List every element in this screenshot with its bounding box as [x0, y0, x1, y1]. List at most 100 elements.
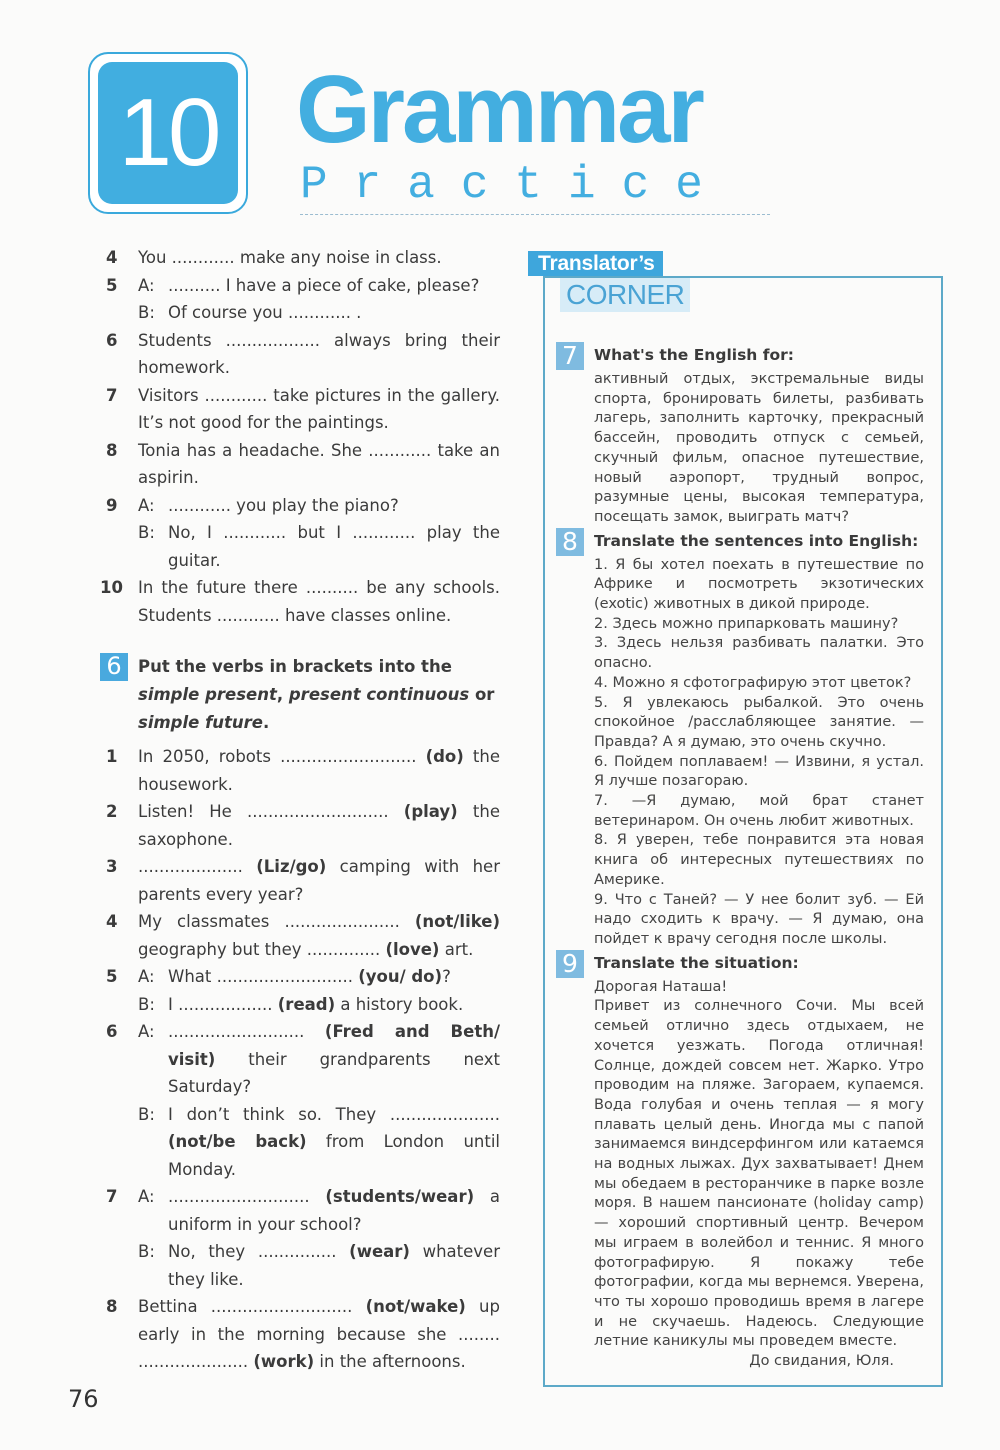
item-text: Visitors ............ take pictures in t… — [138, 385, 500, 433]
unit-number-badge-fill: 10 — [98, 62, 238, 204]
item-text: In the future there .......... be any sc… — [138, 578, 500, 625]
item-number: 8 — [106, 1297, 118, 1316]
exercise-item: 4 You ............ make any noise in clas… — [100, 244, 500, 272]
item-number: 1 — [106, 747, 118, 766]
item-text: Of course you ............ . — [168, 303, 362, 322]
item-text: Bettina ........................... — [138, 1297, 366, 1316]
exercise-item: 6 Students .................. always brin… — [100, 327, 500, 382]
item-text: a history book. — [335, 994, 464, 1014]
item-body: A: .......... I have a piece of cake, ple… — [138, 272, 500, 327]
item-line: A: ........................... (students/… — [138, 1183, 500, 1238]
speaker-label: B: — [138, 1242, 155, 1261]
verb-hint: (Liz/go) — [256, 857, 327, 876]
exercise-8-sentences: 1. Я бы хотел поехать в путешествие по А… — [556, 556, 924, 950]
item-text: I .................. (read) a history bo… — [168, 991, 500, 1019]
item-body: Visitors ............ take pictures in t… — [138, 382, 500, 437]
sentence-item: 8. Я уверен, тебе понравится эта новая к… — [594, 832, 924, 888]
exercise-9-title: Translate the situation: — [594, 953, 799, 972]
item-line: B: I don’t think so. They ...............… — [138, 1101, 500, 1184]
item-text: No, they ............... — [168, 1242, 350, 1261]
item-number: 6 — [106, 1022, 118, 1041]
instruction-text: or — [469, 685, 495, 704]
item-text: You ............ make any noise in class… — [138, 248, 442, 267]
left-column: 4 You ............ make any noise in clas… — [100, 244, 500, 1376]
item-body: A: ............ you play the piano? B: No, … — [138, 492, 500, 575]
item-text: I .................. — [168, 994, 278, 1014]
item-body: Bettina ........................... (not… — [138, 1293, 500, 1376]
sentence-item: 4. Можно я сфотографирую этот цветок? — [594, 674, 912, 691]
exercise-item: 1 In 2050, robots .......................… — [100, 743, 500, 798]
exercise-item: 5 A: .......... I have a piece of cake, pl… — [100, 272, 500, 327]
item-text: ........................... (students/we… — [168, 1183, 500, 1238]
item-line: B: No, they ............... (wear) whatev… — [138, 1238, 500, 1293]
item-text: .......... I have a piece of cake, pleas… — [168, 275, 480, 295]
item-number: 4 — [106, 248, 118, 267]
exercise-item: 6 A: .......................... (Fred and … — [100, 1018, 500, 1183]
instruction-tense-3: simple future — [138, 713, 263, 732]
translators-corner-title: Translator’s — [528, 251, 663, 276]
exercise-item: 2 Listen! He ........................... … — [100, 798, 500, 853]
item-text: .......................... (Fred and Bet… — [168, 1018, 500, 1101]
verb-hint: (you/ do) — [358, 967, 443, 986]
item-text: ............ you play the piano? — [168, 495, 399, 515]
verb-hint: (not/like) — [414, 912, 500, 931]
item-body: A: What .......................... (you/ … — [138, 963, 500, 1018]
item-line: In the future there .......... be any sc… — [138, 574, 500, 629]
translators-corner-subtitle: CORNER — [560, 278, 691, 312]
sentence-item: 5. Я увлекаюсь рыбалкой. Это очень споко… — [594, 694, 924, 750]
speaker-label: B: — [138, 523, 155, 542]
item-text: ........................... — [168, 1187, 326, 1206]
exercise-item: 8 Tonia has a headache. She ............ … — [100, 437, 500, 492]
exercise-item: 9 A: ............ you play the piano? B: No,… — [100, 492, 500, 575]
verb-hint: (read) — [277, 994, 336, 1014]
item-body: Tonia has a headache. She ............ t… — [138, 437, 500, 492]
item-body: A: .......................... (Fred and B… — [138, 1018, 500, 1183]
item-body: In the future there .......... be any sc… — [138, 574, 500, 629]
item-text: I don’t think so. They .................… — [168, 1104, 500, 1124]
instruction-text: , — [276, 685, 289, 704]
exercise-number-badge: 8 — [556, 527, 584, 556]
speaker-label: B: — [138, 994, 155, 1014]
exercise-item: 7 A:........................... (students… — [100, 1183, 500, 1293]
item-text: Listen! He ........................... — [138, 802, 404, 821]
item-text: Students .................. always bring… — [138, 330, 500, 378]
exercise-9-letter: Дорогая Наташа! Привет из солнечного Соч… — [556, 978, 924, 1372]
speaker-label: A: — [138, 495, 155, 515]
item-line: A: .......................... (Fred and B… — [138, 1018, 500, 1101]
speaker-label: A: — [138, 1187, 155, 1206]
item-number: 8 — [106, 440, 118, 460]
exercise-item: 5 A: What .......................... (you/… — [100, 963, 500, 1018]
item-number: 7 — [106, 385, 118, 405]
item-body: .................... (Liz/go) camping wi… — [138, 853, 500, 908]
item-text: geography but they .............. — [138, 939, 386, 959]
page-subtitle: Practice — [300, 162, 770, 215]
speaker-label: A: — [138, 275, 155, 295]
speaker-label: B: — [138, 303, 155, 322]
exercise-item: 8 Bettina ........................... (no… — [100, 1293, 500, 1376]
verb-hint: (not/be back) — [168, 1132, 307, 1151]
exercise-7-title: What's the English for: — [594, 346, 794, 364]
verb-hint: (not/wake) — [365, 1297, 466, 1316]
speaker-label: A: — [138, 967, 155, 986]
instruction-text: Put the verbs in brackets into the — [138, 657, 452, 676]
item-line: B: No, I ............ but I ............ … — [138, 519, 500, 574]
item-number: 4 — [106, 912, 118, 931]
item-body: Students .................. always bring… — [138, 327, 500, 382]
item-text: My classmates ...................... — [138, 912, 415, 931]
item-text: in the afternoons. — [314, 1352, 466, 1371]
item-text: In 2050, robots ........................… — [138, 747, 426, 766]
exercise-number-badge: 9 — [556, 949, 584, 978]
exercise-number-badge: 7 — [556, 342, 584, 370]
item-body: Listen! He ........................... (… — [138, 798, 500, 853]
verb-hint: (do) — [425, 747, 464, 766]
item-number: 3 — [106, 857, 118, 876]
exercise-5-continued: 4 You ............ make any noise in clas… — [100, 244, 500, 629]
item-line: B: I .................. (read) a history … — [138, 991, 500, 1019]
letter-greeting: Дорогая Наташа! — [594, 978, 728, 995]
item-number: 9 — [106, 495, 118, 515]
item-line: You ............ make any noise in class… — [138, 244, 500, 272]
letter-signature: До свидания, Юля. — [749, 1353, 894, 1370]
verb-hint: (work) — [253, 1352, 315, 1371]
sentence-item: 2. Здесь можно припарковать машину? — [594, 615, 899, 632]
item-text: .......................... — [168, 1022, 325, 1041]
